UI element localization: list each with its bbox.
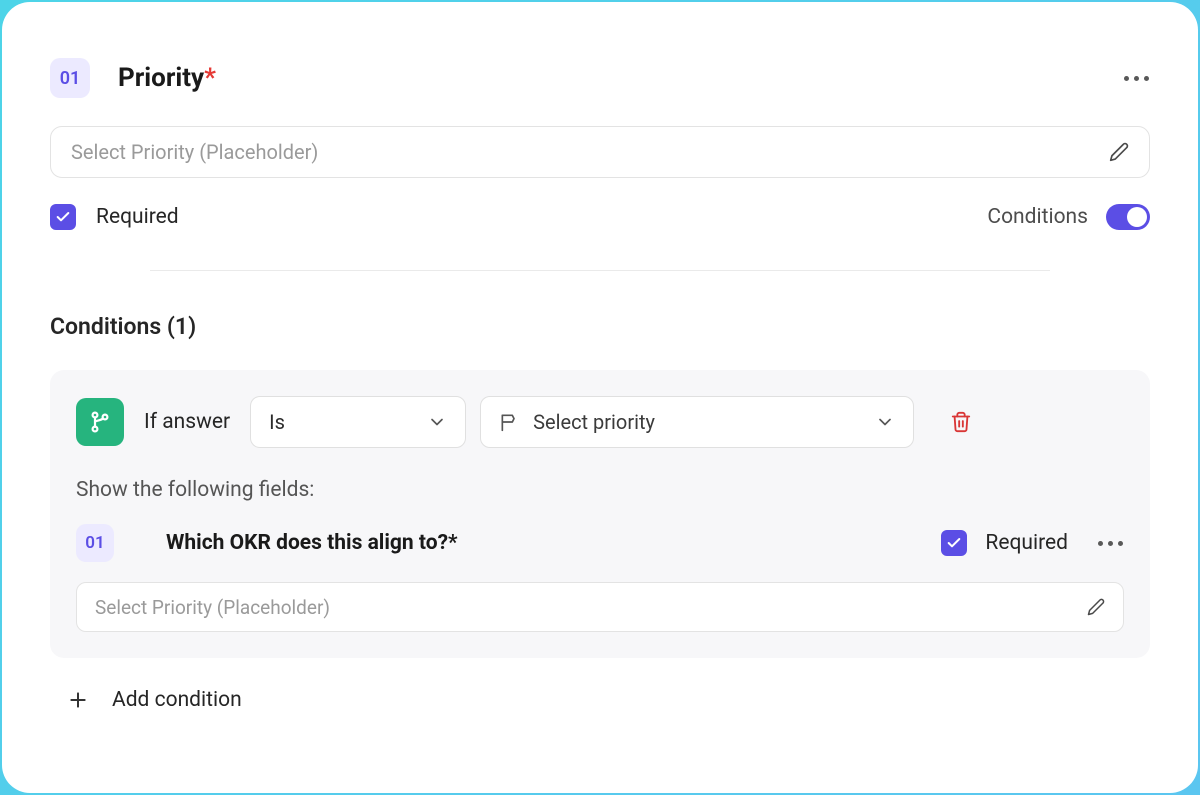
priority-placeholder: Select Priority (Placeholder) xyxy=(71,140,318,164)
condition-value-select[interactable]: Select priority xyxy=(480,396,914,448)
nested-required-checkbox[interactable] xyxy=(941,530,967,556)
section-divider xyxy=(150,270,1050,271)
condition-block: If answer Is Select priority xyxy=(50,370,1150,658)
show-fields-label: Show the following fields: xyxy=(76,478,1124,502)
conditions-heading: Conditions (1) xyxy=(50,313,1150,340)
chevron-down-icon xyxy=(875,412,895,432)
add-condition-label: Add condition xyxy=(112,688,242,712)
operator-value: Is xyxy=(269,410,285,434)
condition-branch-icon xyxy=(76,398,124,446)
flag-icon xyxy=(499,412,519,432)
nested-field-title: Which OKR does this align to?* xyxy=(166,531,458,555)
nested-priority-select-input[interactable]: Select Priority (Placeholder) xyxy=(76,582,1124,632)
delete-condition-button[interactable] xyxy=(950,411,972,433)
plus-icon xyxy=(68,690,88,710)
priority-select-input[interactable]: Select Priority (Placeholder) xyxy=(50,126,1150,178)
nested-field-number-badge: 01 xyxy=(76,524,114,562)
field-more-menu[interactable] xyxy=(1122,68,1150,88)
conditions-toggle-label: Conditions xyxy=(987,205,1088,229)
field-number-badge: 01 xyxy=(50,58,90,98)
nested-edit-placeholder-icon[interactable] xyxy=(1087,598,1105,616)
add-condition-button[interactable]: Add condition xyxy=(50,688,1150,712)
edit-placeholder-icon[interactable] xyxy=(1109,142,1129,162)
field-title-text: Priority xyxy=(118,63,204,93)
field-number: 01 xyxy=(60,68,81,89)
nested-required-asterisk: * xyxy=(448,531,458,555)
nested-required-label: Required xyxy=(985,531,1068,555)
field-title: Priority* xyxy=(118,63,216,93)
nested-field-title-text: Which OKR does this align to? xyxy=(166,531,448,555)
chevron-down-icon xyxy=(427,412,447,432)
value-placeholder: Select priority xyxy=(533,410,655,434)
required-checkbox[interactable] xyxy=(50,204,76,230)
required-asterisk: * xyxy=(204,63,216,93)
required-label: Required xyxy=(96,205,179,229)
nested-field-more-menu[interactable] xyxy=(1096,533,1124,553)
conditions-toggle[interactable] xyxy=(1106,204,1150,230)
nested-field-number: 01 xyxy=(85,533,104,553)
condition-operator-select[interactable]: Is xyxy=(250,396,466,448)
nested-placeholder-text: Select Priority (Placeholder) xyxy=(95,596,330,619)
if-answer-label: If answer xyxy=(144,410,230,434)
